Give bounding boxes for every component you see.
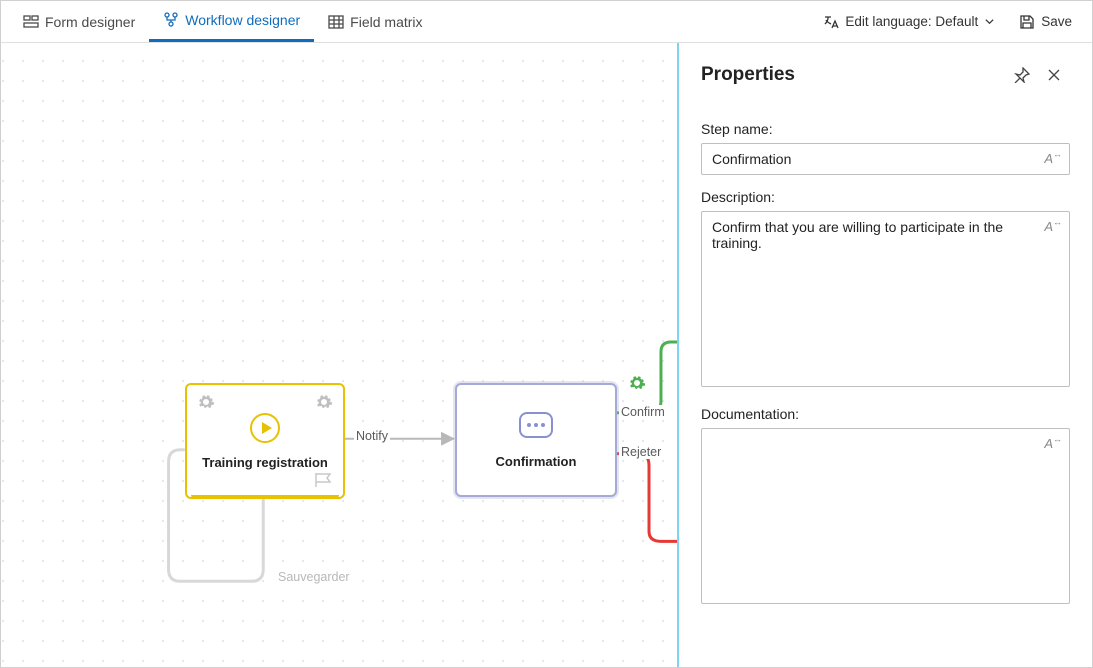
gear-icon[interactable]	[197, 393, 215, 411]
layout-icon	[23, 14, 39, 30]
play-icon	[250, 413, 280, 443]
save-button[interactable]: Save	[1007, 14, 1084, 30]
table-icon	[328, 14, 344, 30]
save-label: Save	[1041, 14, 1072, 29]
tab-field-matrix-label: Field matrix	[350, 14, 422, 30]
edge-label-confirm[interactable]: Confirm	[619, 405, 667, 419]
tab-workflow-designer-label: Workflow designer	[185, 12, 300, 28]
top-toolbar: Form designer Workflow designer Field ma…	[1, 1, 1092, 43]
step-name-input[interactable]	[701, 143, 1070, 175]
node-confirmation-label: Confirmation	[496, 454, 577, 469]
pin-button[interactable]	[1006, 59, 1038, 91]
documentation-label: Documentation:	[701, 406, 1070, 422]
workflow-icon	[163, 12, 179, 28]
panel-title: Properties	[701, 64, 795, 86]
pin-icon	[1014, 67, 1030, 83]
tab-workflow-designer[interactable]: Workflow designer	[149, 1, 314, 42]
flag-icon	[315, 473, 333, 487]
tab-field-matrix[interactable]: Field matrix	[314, 1, 436, 42]
chevron-down-icon	[984, 16, 995, 27]
edit-language-dropdown[interactable]: Edit language: Default	[811, 14, 1007, 30]
node-confirmation[interactable]: Confirmation	[455, 383, 617, 497]
node-training-registration[interactable]: Training registration	[185, 383, 345, 499]
node-training-label: Training registration	[202, 455, 328, 470]
close-button[interactable]	[1038, 59, 1070, 91]
properties-panel: Properties Step name: Description: Docum…	[677, 43, 1092, 667]
tab-form-designer-label: Form designer	[45, 14, 135, 30]
edge-label-rejeter[interactable]: Rejeter	[619, 445, 663, 459]
tab-form-designer[interactable]: Form designer	[9, 1, 149, 42]
edit-language-label: Edit language: Default	[845, 14, 978, 29]
description-input[interactable]	[701, 211, 1070, 387]
gear-icon[interactable]	[315, 393, 333, 411]
workflow-canvas[interactable]: Notify Sauvegarder Confirm Rejeter Train…	[1, 43, 677, 667]
documentation-input[interactable]	[701, 428, 1070, 604]
edge-label-sauvegarder[interactable]: Sauvegarder	[276, 570, 352, 584]
step-name-label: Step name:	[701, 121, 1070, 137]
edge-label-notify[interactable]: Notify	[354, 429, 390, 443]
description-label: Description:	[701, 189, 1070, 205]
step-icon	[519, 412, 553, 438]
translate-icon[interactable]	[1044, 219, 1062, 234]
translate-icon[interactable]	[1044, 436, 1062, 451]
translate-icon	[823, 14, 839, 30]
translate-icon[interactable]	[1044, 151, 1062, 166]
close-icon	[1046, 67, 1062, 83]
save-icon	[1019, 14, 1035, 30]
gear-icon[interactable]	[628, 374, 646, 392]
